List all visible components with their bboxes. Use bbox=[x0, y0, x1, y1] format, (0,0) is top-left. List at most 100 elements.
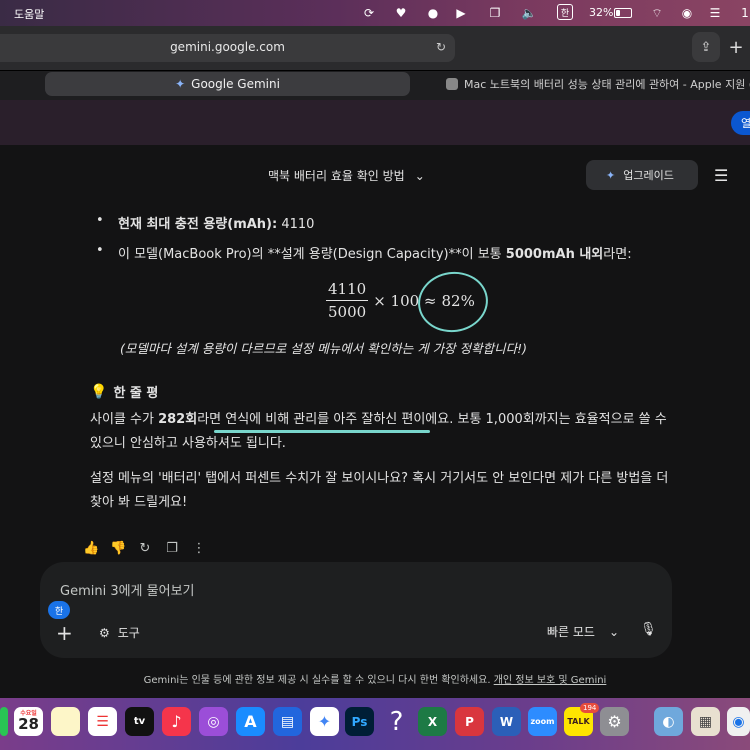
plus-icon: + bbox=[56, 621, 73, 645]
tab-label: Mac 노트북의 배터리 성능 상태 관리에 관하여 - Apple 지원 (K… bbox=[464, 78, 750, 91]
apple-favicon-icon bbox=[446, 78, 458, 90]
bullet-label: 현재 최대 충전 용량(mAh): bbox=[118, 217, 278, 232]
clock-text: 1 bbox=[741, 6, 749, 20]
dock-zoom-icon[interactable]: zoom bbox=[528, 707, 557, 736]
lightbulb-icon: 💡 bbox=[90, 383, 108, 400]
paragraph: 설정 메뉴의 '배터리' 탭에서 퍼센트 수치가 잘 보이시나요? 혹시 거기서… bbox=[90, 471, 669, 510]
conversation-title-text: 맥북 배터리 효율 확인 방법 bbox=[268, 169, 405, 183]
talk-label: TALK bbox=[567, 717, 590, 726]
dock-storage-icon[interactable]: ◐ bbox=[654, 707, 683, 736]
chevron-down-icon: ⌄ bbox=[414, 168, 425, 183]
prompt-input[interactable]: Gemini 3에게 물어보기 bbox=[60, 580, 195, 599]
battery-percent[interactable]: 32% bbox=[589, 6, 613, 19]
list-item: 현재 최대 충전 용량(mAh): 4110 bbox=[96, 213, 315, 232]
disclaimer-text: Gemini는 인물 등에 관한 정보 제공 시 실수를 할 수 있으니 다시 … bbox=[143, 675, 494, 686]
dock-notes-icon[interactable] bbox=[51, 707, 80, 736]
gemini-sparkle-icon: ✦ bbox=[175, 77, 186, 91]
new-tab-button[interactable]: + bbox=[724, 32, 748, 62]
dock-gemini-icon[interactable]: ✦ bbox=[310, 707, 339, 736]
microphone-icon: 🎙 bbox=[640, 622, 657, 637]
dock-calendar-icon[interactable]: 수요일 28 bbox=[14, 707, 43, 736]
tv-label: tv bbox=[133, 716, 146, 727]
disclaimer: Gemini는 인물 등에 관한 정보 제공 시 실수를 할 수 있으니 다시 … bbox=[0, 671, 750, 686]
dock-keynote-icon[interactable]: ▤ bbox=[273, 707, 302, 736]
reload-icon[interactable]: ↻ bbox=[436, 40, 446, 54]
control-center-icon[interactable]: ☰ bbox=[706, 4, 724, 22]
dock-preview-icon[interactable]: ▦ bbox=[691, 707, 720, 736]
ps-label: Ps bbox=[351, 714, 368, 729]
siri-icon[interactable]: ◉ bbox=[678, 4, 696, 22]
plus-icon: + bbox=[728, 36, 744, 58]
underline-annotation bbox=[214, 430, 430, 433]
dock-settings-icon[interactable]: ⚙ bbox=[600, 707, 629, 736]
menu-bar: 도움말 ⟳ ♥ ● ▶ ❐ 🔈 한 32% ⌔ ◉ ☰ 1 bbox=[0, 0, 750, 26]
dock-chrome-icon[interactable]: ◉ bbox=[727, 707, 750, 736]
copy-icon[interactable]: ❐ bbox=[164, 541, 180, 556]
paragraph-bold: 282회 bbox=[158, 412, 198, 427]
play-icon[interactable]: ▶ bbox=[452, 4, 470, 22]
dock-facetime-icon[interactable] bbox=[0, 707, 8, 736]
dock-excel-icon[interactable]: X bbox=[418, 707, 447, 736]
window-icon[interactable]: ❐ bbox=[486, 4, 504, 22]
dock-help-icon[interactable]: ? bbox=[382, 707, 411, 736]
volume-icon[interactable]: 🔈 bbox=[520, 4, 538, 22]
summary-heading: 💡 한 줄 평 bbox=[90, 382, 159, 402]
fraction-denominator: 5000 bbox=[328, 303, 367, 321]
tab-google-gemini[interactable]: ✦ Google Gemini bbox=[45, 72, 410, 96]
menu-help[interactable]: 도움말 bbox=[14, 6, 44, 22]
tools-button[interactable]: ⚙ 도구 bbox=[99, 624, 140, 641]
microphone-button[interactable]: 🎙 bbox=[640, 622, 657, 637]
conversation-title[interactable]: 맥북 배터리 효율 확인 방법 ⌄ bbox=[268, 167, 425, 184]
tab-label: Google Gemini bbox=[191, 77, 280, 91]
mode-selector[interactable]: 빠른 모드 ⌄ bbox=[547, 623, 619, 640]
paragraph-text: 사이클 수가 bbox=[90, 412, 159, 427]
dock-music-icon[interactable]: ♪ bbox=[162, 707, 191, 736]
prompt-input-box[interactable] bbox=[40, 562, 672, 658]
tools-label: 도구 bbox=[117, 626, 140, 640]
fraction: 4110 5000 bbox=[326, 280, 369, 321]
share-button[interactable]: ⇪ bbox=[692, 32, 720, 62]
sliders-icon: ⚙ bbox=[99, 625, 110, 640]
dock-word-icon[interactable]: W bbox=[492, 707, 521, 736]
bullet-text: 이 모델(MacBook Pro)의 **설계 용량(Design Capaci… bbox=[118, 247, 506, 262]
dock-podcasts-icon[interactable]: ◎ bbox=[199, 707, 228, 736]
layers-icon[interactable]: ☰ bbox=[714, 166, 728, 185]
thumbs-down-icon[interactable]: 👎 bbox=[110, 541, 126, 556]
heart-icon[interactable]: ♥ bbox=[392, 4, 410, 22]
circle-annotation bbox=[414, 267, 492, 337]
dock-pdf-icon[interactable]: P bbox=[455, 707, 484, 736]
bullet-value: 4110 bbox=[277, 217, 315, 232]
input-source-indicator[interactable]: 한 bbox=[557, 4, 573, 20]
bullet-text-end: 라면: bbox=[603, 247, 632, 262]
share-icon: ⇪ bbox=[700, 39, 712, 55]
dock-reminders-icon[interactable]: ☰ bbox=[88, 707, 117, 736]
response-actions: 👍 👎 ↻ ❐ ⋮ bbox=[83, 541, 207, 556]
fraction-numerator: 4110 bbox=[326, 280, 369, 301]
dock-photoshop-icon[interactable]: Ps bbox=[345, 707, 374, 736]
dock-tv-icon[interactable]: tv bbox=[125, 707, 154, 736]
more-options-icon[interactable]: ⋮ bbox=[191, 541, 207, 556]
mode-label: 빠른 모드 bbox=[547, 625, 595, 639]
summary-title: 한 줄 평 bbox=[113, 386, 159, 401]
address-bar[interactable]: gemini.google.com ↻ bbox=[0, 34, 455, 62]
sync-icon[interactable]: ⟳ bbox=[360, 4, 378, 22]
help-glyph: ? bbox=[389, 707, 404, 736]
banner-open-button[interactable]: 열 bbox=[731, 111, 750, 135]
list-item: 이 모델(MacBook Pro)의 **설계 용량(Design Capaci… bbox=[96, 243, 632, 262]
note-text: (모델마다 설계 용량이 다르므로 설정 메뉴에서 확인하는 게 가장 정확합니… bbox=[120, 341, 528, 356]
privacy-link[interactable]: 개인 정보 보호 및 Gemini bbox=[494, 675, 607, 686]
wifi-icon[interactable]: ⌔ bbox=[648, 4, 666, 22]
chat-icon[interactable]: ● bbox=[424, 4, 442, 22]
bullet-bold: 5000mAh 내외 bbox=[505, 247, 604, 262]
battery-icon[interactable] bbox=[614, 8, 632, 18]
tab-apple-support[interactable]: Mac 노트북의 배터리 성능 상태 관리에 관하여 - Apple 지원 (K… bbox=[446, 76, 750, 92]
thumbs-up-icon[interactable]: 👍 bbox=[83, 541, 99, 556]
dock-app-store-icon[interactable]: A bbox=[236, 707, 265, 736]
url-text: gemini.google.com bbox=[170, 40, 285, 54]
upgrade-label: 업그레이드 bbox=[623, 169, 674, 182]
upgrade-button[interactable]: ✦ 업그레이드 bbox=[586, 160, 698, 190]
regenerate-icon[interactable]: ↻ bbox=[137, 541, 153, 556]
add-attachment-button[interactable]: + bbox=[56, 621, 73, 645]
zoom-label: zoom bbox=[530, 717, 555, 726]
page-banner bbox=[0, 100, 750, 145]
